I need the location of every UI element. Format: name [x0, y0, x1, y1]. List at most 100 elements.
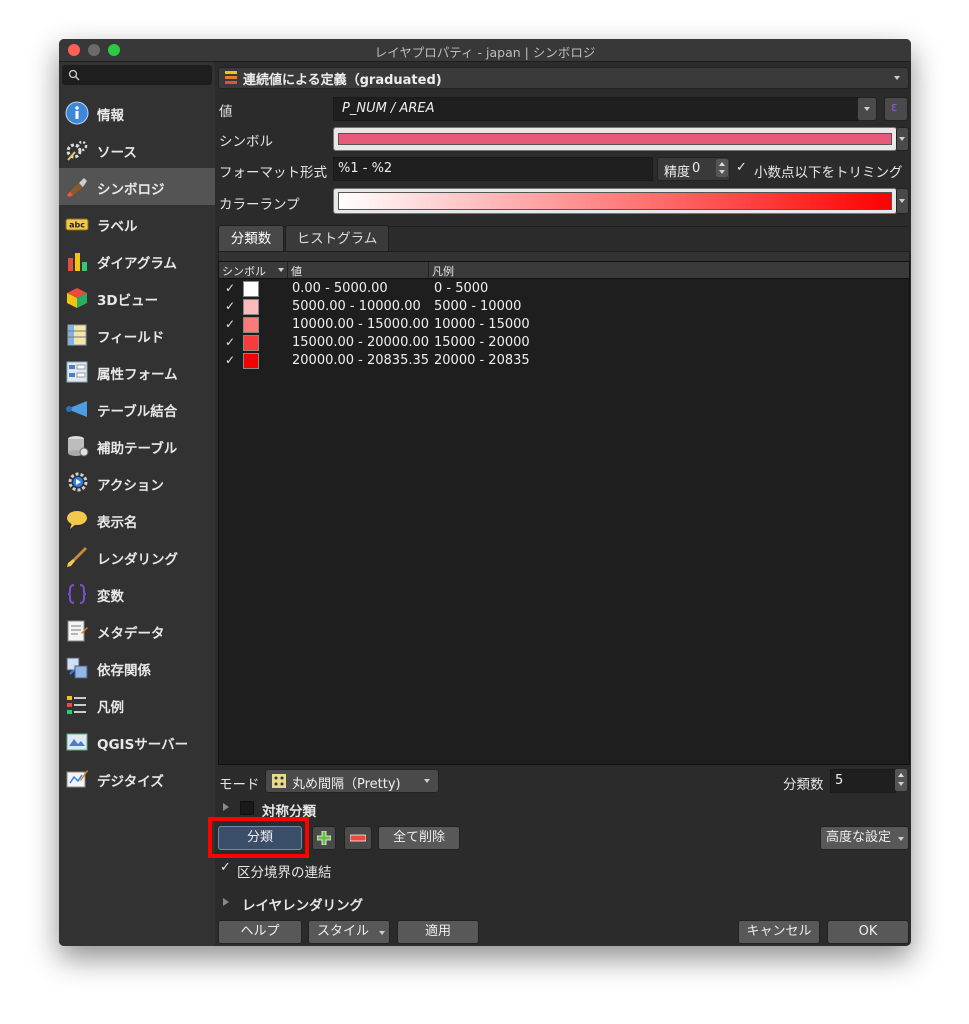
- sidebar-item-rendering[interactable]: レンダリング: [59, 538, 215, 575]
- sidebar-search-input[interactable]: [62, 65, 212, 85]
- tab-histogram[interactable]: ヒストグラム: [285, 225, 389, 252]
- header-value[interactable]: 値: [291, 263, 302, 279]
- ok-button[interactable]: OK: [827, 920, 909, 944]
- row-legend: 15000 - 20000: [434, 335, 530, 350]
- title-bar[interactable]: レイヤプロパティ - japan | シンボロジ: [59, 39, 911, 62]
- value-expression-field[interactable]: P_NUM / AREA: [333, 97, 858, 121]
- sidebar-item-join[interactable]: テーブル結合: [59, 390, 215, 427]
- tab-classes[interactable]: 分類数: [218, 225, 284, 252]
- table-row[interactable]: ✓ 0.00 - 5000.00 0 - 5000: [219, 280, 909, 298]
- row-color-swatch[interactable]: [243, 299, 259, 315]
- window-title: レイヤプロパティ - japan | シンボロジ: [374, 45, 596, 60]
- row-color-swatch[interactable]: [243, 335, 259, 351]
- legend-icon: [67, 696, 86, 714]
- symmetric-checkbox[interactable]: [240, 801, 254, 815]
- table-row[interactable]: ✓ 15000.00 - 20000.00 15000 - 20000: [219, 334, 909, 352]
- sidebar-item-dependencies[interactable]: 依存関係: [59, 649, 215, 686]
- precision-spinbox[interactable]: 精度 0: [657, 157, 730, 181]
- join-icon: [66, 401, 87, 417]
- sidebar-item-legend[interactable]: 凡例: [59, 686, 215, 723]
- sidebar-item-variables[interactable]: 変数: [59, 575, 215, 612]
- header-legend[interactable]: 凡例: [432, 263, 454, 279]
- sidebar-item-3d-view[interactable]: 3Dビュー: [59, 279, 215, 316]
- tab-label: ヒストグラム: [296, 231, 378, 247]
- sidebar-item-label: QGISサーバー: [97, 737, 189, 753]
- layer-rendering-label[interactable]: レイヤレンダリング: [242, 894, 363, 914]
- add-class-button[interactable]: [312, 826, 336, 850]
- renderer-select[interactable]: 連続値による定義（graduated): [218, 67, 909, 89]
- row-checkbox[interactable]: ✓: [225, 317, 235, 331]
- delete-all-button[interactable]: 全て削除: [378, 826, 460, 850]
- expand-arrow-icon[interactable]: [223, 803, 229, 811]
- row-checkbox[interactable]: ✓: [225, 299, 235, 313]
- value-label: 値: [219, 104, 233, 120]
- sidebar-item-label: 凡例: [97, 700, 124, 716]
- sidebar-item-display-name[interactable]: 表示名: [59, 501, 215, 538]
- sidebar-item-source[interactable]: ソース: [59, 131, 215, 168]
- value-dropdown-button[interactable]: [857, 97, 877, 121]
- format-input[interactable]: %1 - %2: [333, 157, 653, 181]
- sidebar-item-actions[interactable]: アクション: [59, 464, 215, 501]
- help-button[interactable]: ヘルプ: [218, 920, 302, 944]
- sidebar-item-diagram[interactable]: ダイアグラム: [59, 242, 215, 279]
- symbol-dropdown-button[interactable]: [896, 127, 909, 151]
- sidebar-item-label: ダイアグラム: [97, 256, 177, 272]
- apply-button[interactable]: 適用: [397, 920, 479, 944]
- delete-class-button[interactable]: [344, 826, 372, 850]
- info-icon: [65, 101, 89, 125]
- table-row[interactable]: ✓ 10000.00 - 15000.00 10000 - 15000: [219, 316, 909, 334]
- color-ramp-label: カラーランプ: [219, 197, 300, 213]
- metadata-icon: [67, 620, 88, 642]
- color-ramp-button[interactable]: [333, 188, 897, 214]
- row-color-swatch[interactable]: [243, 317, 259, 333]
- format-input-text: %1 - %2: [338, 161, 393, 176]
- header-symbol[interactable]: シンボル: [222, 263, 266, 279]
- apply-label: 適用: [424, 924, 451, 939]
- cancel-button[interactable]: キャンセル: [738, 920, 820, 944]
- row-checkbox[interactable]: ✓: [225, 335, 235, 349]
- row-color-swatch[interactable]: [243, 353, 259, 369]
- mode-select[interactable]: 丸め間隔（Pretty): [265, 769, 439, 793]
- row-checkbox[interactable]: ✓: [225, 353, 235, 367]
- sidebar-item-label: アクション: [97, 478, 164, 494]
- color-ramp-preview: [338, 192, 892, 210]
- precision-label: 精度: [664, 165, 691, 180]
- sidebar-item-label-settings[interactable]: abc ラベル: [59, 205, 215, 242]
- cancel-label: キャンセル: [746, 924, 812, 939]
- classes-table[interactable]: シンボル 値 凡例 ✓ 0.00 - 5000.00 0 - 5000 ✓ 50…: [218, 261, 910, 765]
- row-value: 15000.00 - 20000.00: [292, 335, 430, 350]
- classes-count-value: 5: [835, 773, 844, 788]
- expand-arrow-icon[interactable]: [223, 898, 229, 906]
- source-icon: [66, 140, 88, 161]
- table-row[interactable]: ✓ 5000.00 - 10000.00 5000 - 10000: [219, 298, 909, 316]
- sidebar-item-metadata[interactable]: メタデータ: [59, 612, 215, 649]
- sidebar-item-info[interactable]: 情報: [59, 94, 215, 131]
- table-row[interactable]: ✓ 20000.00 - 20835.35 20000 - 20835: [219, 352, 909, 370]
- chevron-down-icon: [424, 779, 430, 783]
- row-checkbox[interactable]: ✓: [225, 281, 235, 295]
- cube-3d-icon: [67, 288, 87, 308]
- trim-checkbox[interactable]: ✓: [736, 160, 747, 175]
- style-button[interactable]: スタイル: [308, 920, 390, 944]
- classes-count-label: 分類数: [783, 777, 824, 793]
- row-legend: 5000 - 10000: [434, 299, 522, 314]
- sidebar-item-symbology[interactable]: シンボロジ: [59, 168, 215, 205]
- sidebar-item-fields[interactable]: フィールド: [59, 316, 215, 353]
- expression-builder-button[interactable]: ε: [884, 97, 908, 121]
- sidebar-item-qgis-server[interactable]: QGISサーバー: [59, 723, 215, 760]
- svg-text:abc: abc: [69, 221, 85, 230]
- advanced-settings-button[interactable]: 高度な設定: [820, 826, 909, 850]
- sidebar-item-auxiliary-table[interactable]: 補助テーブル: [59, 427, 215, 464]
- row-color-swatch[interactable]: [243, 281, 259, 297]
- link-bounds-checkbox[interactable]: ✓: [220, 860, 231, 875]
- color-ramp-dropdown-button[interactable]: [896, 188, 909, 214]
- sidebar-item-label: 表示名: [97, 515, 138, 531]
- spin-arrows[interactable]: [716, 159, 728, 177]
- classes-count-spin[interactable]: [895, 769, 907, 791]
- symbol-button[interactable]: [333, 127, 897, 151]
- symbol-color-preview: [338, 133, 892, 145]
- server-icon: [66, 733, 88, 751]
- classes-count-input[interactable]: 5: [830, 769, 896, 793]
- sidebar-item-attribute-form[interactable]: 属性フォーム: [59, 353, 215, 390]
- sidebar-item-digitize[interactable]: デジタイズ: [59, 760, 215, 797]
